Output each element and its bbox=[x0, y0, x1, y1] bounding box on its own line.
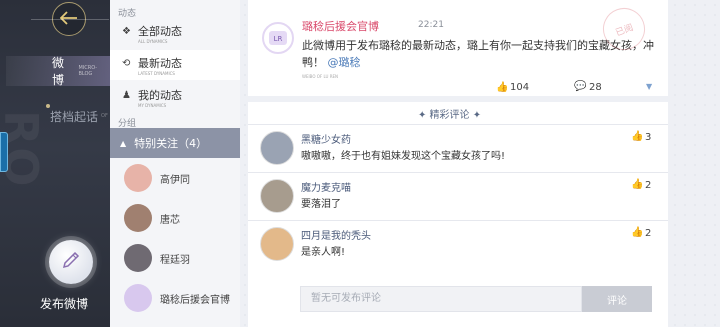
section-groups-label: 分组 bbox=[118, 119, 137, 129]
avatar bbox=[124, 244, 152, 272]
post-weibo-label: 发布微博 bbox=[40, 297, 89, 311]
post-time: 22:21 bbox=[418, 20, 444, 30]
sidebar-item-all-dynamics[interactable]: ❖ 全部动态 ALL DYNAMICS bbox=[110, 18, 240, 48]
post-stats: 👍 104 💬 28 ▼ bbox=[248, 76, 668, 98]
mention-link[interactable]: @璐稔 bbox=[328, 56, 361, 69]
group-label: 特别关注（4） bbox=[134, 137, 208, 150]
comment-item: 黑糖少女药 嗷嗷嗷，终于也有姐妹发现这个宝藏女孩了吗! 👍 3 bbox=[248, 124, 668, 172]
thumbs-up-icon[interactable]: 👍 bbox=[631, 131, 643, 142]
post-author[interactable]: 璐稔后援会官博 bbox=[302, 18, 379, 34]
nav-weibo-sub: MICRO-BLOG bbox=[78, 65, 98, 77]
thumbs-up-icon[interactable]: 👍 bbox=[631, 179, 643, 190]
item-sub: ALL DYNAMICS bbox=[138, 38, 168, 44]
comment-author[interactable]: 魔力麦克喵 bbox=[301, 179, 351, 194]
nav-dapei-sub: OF bbox=[101, 113, 108, 119]
item-sub: MY DYNAMICS bbox=[138, 102, 167, 108]
person-icon: ♟ bbox=[122, 90, 131, 101]
contact-name: 高伊同 bbox=[160, 174, 190, 186]
dynamics-sidebar: 动态 ❖ 全部动态 ALL DYNAMICS ⟲ 最新动态 LATEST DYNAM… bbox=[110, 0, 240, 327]
thumbs-up-icon[interactable]: 👍 bbox=[496, 82, 508, 93]
comment-submit-button[interactable]: 评论 bbox=[582, 286, 652, 312]
sidebar-item-latest-dynamics[interactable]: ⟲ 最新动态 LATEST DYNAMICS bbox=[110, 50, 240, 80]
left-nav-rail: RO 微博 MICRO-BLOG 搭档起话 OF 发布微博 bbox=[0, 0, 110, 327]
comment-count: 28 bbox=[589, 82, 602, 93]
nav-item-weibo[interactable]: 微博 MICRO-BLOG bbox=[6, 56, 110, 87]
refresh-icon: ⟲ bbox=[122, 58, 131, 69]
divider bbox=[248, 96, 668, 102]
contact-name: 璐稔后援会官博 bbox=[160, 294, 230, 306]
item-label: 我的动态 bbox=[138, 88, 182, 102]
avatar[interactable] bbox=[260, 131, 294, 165]
nav-dapei-label: 搭档起话 bbox=[50, 109, 99, 124]
comment-like-count: 3 bbox=[645, 132, 652, 143]
post-card: LR 璐稔后援会官博 22:21 此微博用于发布璐稔的最新动态，璐上有你一起支持… bbox=[248, 2, 668, 98]
chevron-down-icon[interactable]: ▼ bbox=[646, 82, 652, 91]
section-dynamics-label: 动态 bbox=[118, 9, 137, 19]
svg-text:LR: LR bbox=[274, 35, 283, 43]
comment-author[interactable]: 四月是我的秃头 bbox=[301, 227, 371, 242]
avatar[interactable] bbox=[260, 227, 294, 261]
nav-weibo-label: 微博 bbox=[52, 56, 65, 87]
thumbs-up-icon[interactable]: 👍 bbox=[631, 227, 643, 238]
avatar bbox=[124, 164, 152, 192]
sidebar-item-my-dynamics[interactable]: ♟ 我的动态 MY DYNAMICS bbox=[110, 82, 240, 112]
comment-text: 是亲人啊! bbox=[301, 247, 346, 258]
post-weibo-button[interactable] bbox=[49, 240, 93, 284]
comment-item: 魔力麦克喵 要落泪了 👍 2 bbox=[248, 172, 668, 220]
item-label: 全部动态 bbox=[138, 24, 182, 38]
triangle-up-icon: ▲ bbox=[120, 138, 127, 148]
contact-item[interactable]: 程廷羽 bbox=[110, 238, 240, 278]
avatar bbox=[124, 204, 152, 232]
item-label: 最新动态 bbox=[138, 56, 182, 70]
item-sub: LATEST DYNAMICS bbox=[138, 70, 175, 76]
comment-like-count: 2 bbox=[645, 228, 652, 239]
contact-name: 程廷羽 bbox=[160, 254, 190, 266]
nav-dot bbox=[46, 104, 50, 108]
edge-handle[interactable] bbox=[0, 132, 8, 172]
comment-item: 四月是我的秃头 是亲人啊! 👍 2 bbox=[248, 220, 668, 268]
pen-icon bbox=[62, 251, 80, 273]
avatar[interactable]: LR bbox=[262, 22, 294, 54]
nav-item-dapei[interactable]: 搭档起话 OF bbox=[6, 104, 110, 128]
contact-name: 唐芯 bbox=[160, 214, 180, 226]
contact-item[interactable]: 璐稔后援会官博 bbox=[110, 278, 240, 318]
contact-item[interactable]: 唐芯 bbox=[110, 198, 240, 238]
comment-input[interactable]: 暂无可发布评论 bbox=[300, 286, 582, 312]
back-arrow-icon bbox=[59, 10, 78, 29]
like-count: 104 bbox=[510, 82, 530, 93]
comment-icon[interactable]: 💬 bbox=[574, 81, 586, 92]
comment-author[interactable]: 黑糖少女药 bbox=[301, 131, 351, 146]
avatar[interactable] bbox=[260, 179, 294, 213]
comment-like-count: 2 bbox=[645, 180, 652, 191]
weibo-feed: LR 璐稔后援会官博 22:21 此微博用于发布璐稔的最新动态，璐上有你一起支持… bbox=[248, 0, 668, 327]
comment-text: 嗷嗷嗷，终于也有姐妹发现这个宝藏女孩了吗! bbox=[301, 151, 506, 162]
comment-text: 要落泪了 bbox=[301, 199, 341, 210]
back-button[interactable] bbox=[31, 2, 109, 36]
group-special-follow[interactable]: ▲ 特别关注（4） bbox=[110, 128, 240, 158]
contact-item[interactable]: 高伊同 bbox=[110, 158, 240, 198]
diamond-icon: ❖ bbox=[122, 26, 131, 37]
featured-comments-title: ✦ 精彩评论 ✦ bbox=[418, 110, 482, 121]
avatar bbox=[124, 284, 152, 312]
